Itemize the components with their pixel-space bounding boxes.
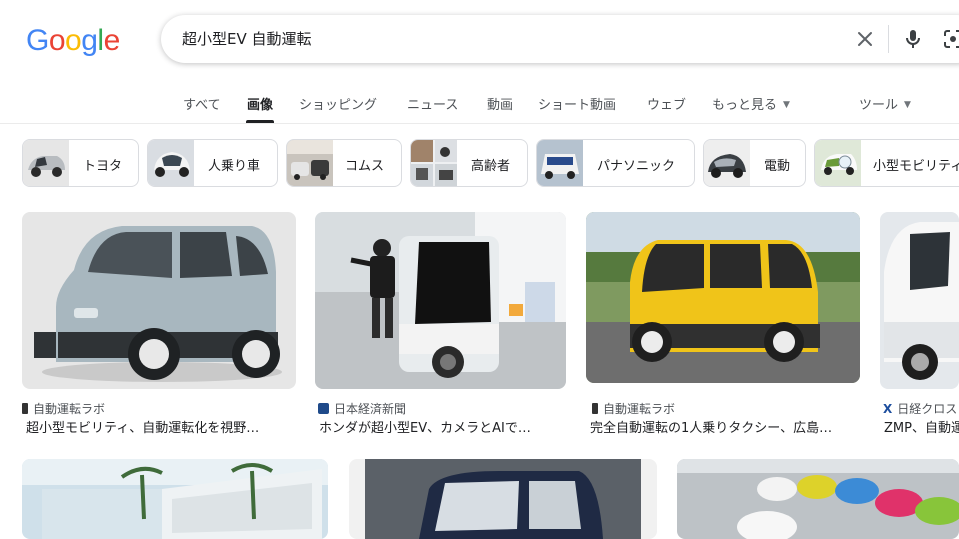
chip-thumbnail [815,140,861,186]
caret-down-icon: ▼ [783,100,790,110]
google-logo[interactable]: Google [26,24,120,58]
tab-tools[interactable]: ツール ▼ [859,94,911,113]
result-source-label: 自動運転ラボ [603,402,676,416]
search-tabs: すべて 画像 ショッピング ニュース 動画 ショート動画 ウェブ もっと見る ▼ … [0,84,959,124]
tab-more[interactable]: もっと見る ▼ [712,94,790,113]
result-image [880,212,959,389]
chip-coms[interactable]: コムス [286,139,402,187]
camera-icon[interactable] [941,27,959,51]
tab-more-label: もっと見る [712,98,778,113]
image-result[interactable]: 自動運転ラボ 完全自動運転の1人乗りタクシー、広島… [586,212,860,437]
site-favicon-icon [318,403,329,414]
image-result[interactable] [677,459,959,539]
image-result[interactable]: 日本経済新聞 ホンダが超小型EV、カメラとAIで… [315,212,566,437]
logo-letter: G [26,24,49,57]
result-source-label: 自動運転ラボ [33,402,106,416]
chip-thumbnail [537,140,583,186]
site-favicon-icon [22,403,28,414]
chip-thumbnail [411,140,457,186]
caret-down-icon: ▼ [904,100,911,110]
clear-icon[interactable] [853,27,877,51]
chip-passenger-car[interactable]: 人乗り車 [147,139,278,187]
image-result[interactable]: 自動運転ラボ 超小型モビリティ、自動運転化を視野… [22,212,296,437]
tab-videos[interactable]: 動画 [487,94,513,113]
active-tab-indicator [246,120,274,123]
result-title[interactable]: 完全自動運転の1人乗りタクシー、広島… [590,417,860,436]
chip-thumbnail [23,140,69,186]
logo-letter: e [103,24,121,57]
chip-panasonic[interactable]: パナソニック [536,139,695,187]
chip-thumbnail [287,140,333,186]
result-image [22,459,328,539]
logo-letter: o [48,24,66,57]
tab-all[interactable]: すべて [183,94,221,113]
chip-label: 高齢者 [471,159,511,174]
chip-electric[interactable]: 電動 [703,139,806,187]
logo-letter: o [65,24,82,57]
site-favicon-icon [592,403,598,414]
result-title[interactable]: ホンダが超小型EV、カメラとAIで… [319,417,566,436]
chip-label: 小型モビリティ [873,159,959,174]
result-source-label: 日経クロス [897,402,958,416]
tab-images[interactable]: 画像 [247,94,273,113]
tab-tools-label: ツール [859,98,899,113]
result-title[interactable]: 超小型モビリティ、自動運転化を視野… [26,417,296,436]
chip-label: トヨタ [83,159,123,174]
microphone-icon[interactable] [901,27,925,51]
x-icon: X [883,402,893,416]
result-image [677,459,959,539]
result-image [22,212,296,389]
search-divider [888,25,889,53]
tab-news[interactable]: ニュース [407,94,458,113]
chip-thumbnail [704,140,750,186]
result-source: 自動運転ラボ [22,400,105,417]
result-title[interactable]: ZMP、自動運 [884,417,959,436]
chip-small-mobility[interactable]: 小型モビリティ [814,139,959,187]
chip-elderly[interactable]: 高齢者 [410,139,528,187]
result-source: X 日経クロス [883,400,957,417]
search-input[interactable]: 超小型EV 自動運転 [182,28,782,49]
tab-web[interactable]: ウェブ [647,94,686,113]
chip-label: パナソニック [597,159,676,174]
result-image [586,212,860,383]
tab-short-videos[interactable]: ショート動画 [538,94,616,113]
chip-label: 人乗り車 [208,159,261,174]
result-source: 自動運転ラボ [592,400,675,417]
chip-thumbnail [148,140,194,186]
result-image [349,459,657,539]
image-result[interactable] [349,459,657,539]
result-image [315,212,566,389]
image-result[interactable] [22,459,328,539]
chip-label: コムス [345,159,385,174]
chip-label: 電動 [764,159,791,174]
chip-toyota[interactable]: トヨタ [22,139,139,187]
search-box[interactable]: 超小型EV 自動運転 [161,15,959,63]
logo-letter: g [81,24,98,57]
result-source-label: 日本経済新聞 [334,402,407,416]
result-source: 日本経済新聞 [318,400,406,417]
tab-shopping[interactable]: ショッピング [299,94,377,113]
image-result[interactable]: X 日経クロス ZMP、自動運 [880,212,959,437]
